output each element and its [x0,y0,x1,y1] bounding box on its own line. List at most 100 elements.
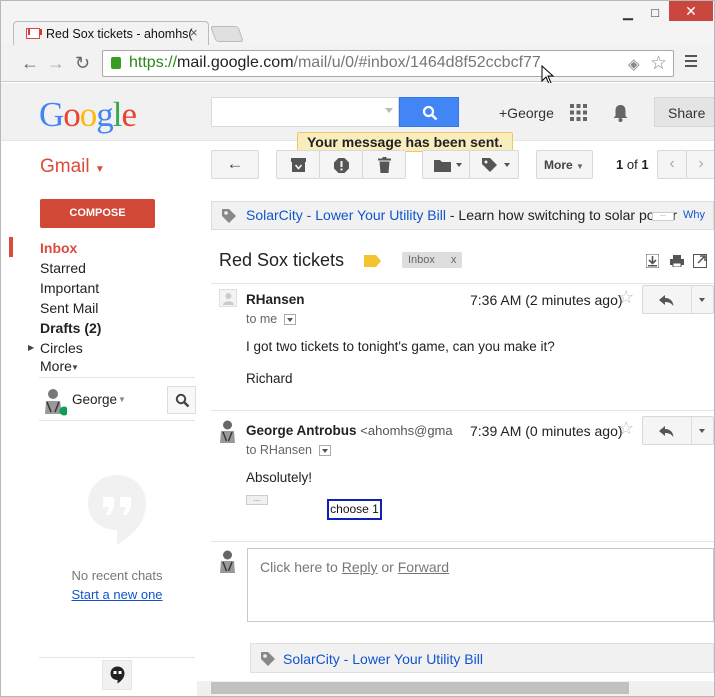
footer-ad-text: SolarCity - Lower Your Utility Bill [283,651,483,667]
show-details-icon[interactable] [319,445,331,456]
message-sent-notification: Your message has been sent. [297,132,513,152]
url-text: https://mail.google.com/mail/u/0/#inbox/… [129,54,541,71]
search-dropdown-icon[interactable] [385,108,393,113]
reply-prompt: Click here to Reply or Forward [260,559,450,575]
older-button[interactable]: › [686,150,714,179]
why-this-ad-link[interactable]: Why [683,209,705,221]
hangouts-button[interactable] [102,660,132,690]
show-trimmed-content-icon[interactable]: ... [246,495,268,505]
my-avatar [220,550,235,573]
sidebar-item-more[interactable]: More [40,358,72,374]
star-icon[interactable]: ☆ [618,287,634,308]
chat-search-button[interactable] [167,386,196,414]
divider [39,420,195,421]
chevron-down-icon[interactable]: ▼ [118,395,126,404]
search-input[interactable] [211,97,399,127]
sidebar-item-starred[interactable]: Starred [40,260,86,276]
sidebar-item-important[interactable]: Important [40,280,99,296]
footer-ad-bar[interactable]: SolarCity - Lower Your Utility Bill [250,643,714,673]
sidebar-item-drafts-2[interactable]: Drafts (2) [40,320,101,336]
browser-tab[interactable]: Red Sox tickets - ahomhs( × [13,21,209,46]
gmail-menu[interactable]: Gmail ▼ [40,156,105,178]
chrome-menu-icon[interactable] [685,55,697,69]
message-signature: Richard [246,371,293,386]
sender-name[interactable]: George Antrobus <ahomhs@gma [246,423,453,438]
chevron-down-icon[interactable] [699,298,705,302]
start-chat-link[interactable]: Start a new one [39,587,195,602]
chat-user-name[interactable]: George [72,392,117,407]
chevron-down-icon[interactable] [699,429,705,433]
back-arrow-icon[interactable]: ← [21,53,39,74]
archive-button[interactable] [276,150,320,179]
share-button[interactable]: Share [654,97,714,127]
reply-link[interactable]: Reply [342,559,378,575]
extension-icon[interactable]: ◈ [628,55,640,73]
expand-all-icon[interactable] [646,254,659,268]
report-spam-button[interactable] [319,150,363,179]
tab-close-icon[interactable]: × [190,25,198,40]
labels-button[interactable] [469,150,519,179]
reply-arrow-icon [659,295,674,306]
browser-toolbar: ← → ↻ https://mail.google.com/mail/u/0/#… [1,45,714,85]
ad-more-icon[interactable]: ... [652,211,674,221]
google-logo[interactable]: Google [39,95,137,135]
sponsored-ad-bar[interactable]: SolarCity - Lower Your Utility Bill - Le… [211,201,714,230]
show-details-icon[interactable] [284,314,296,325]
reply-button[interactable] [642,416,714,445]
horizontal-scrollbar[interactable] [197,681,714,696]
message-body-line: Absolutely! [246,470,313,485]
ad-tag-icon [261,652,275,666]
reply-box[interactable]: Click here to Reply or Forward [247,548,714,622]
compose-button[interactable]: COMPOSE [40,199,155,228]
minimize-button[interactable]: ▁ [615,5,641,21]
back-to-inbox-button[interactable]: ← [211,150,259,179]
chevron-down-icon [456,163,462,167]
chevron-left-icon: ‹ [669,155,675,172]
selected-indicator [9,237,13,257]
sidebar-item-sent-mail[interactable]: Sent Mail [40,300,98,316]
hangouts-quote-icon [110,666,125,684]
new-tab-button[interactable] [210,26,244,42]
reload-icon[interactable]: ↻ [75,53,90,74]
move-to-button[interactable] [422,150,470,179]
window-close-button[interactable]: ✕ [669,1,713,21]
divider [39,657,195,658]
bookmark-star-icon[interactable]: ☆ [650,52,667,75]
delete-button[interactable] [362,150,406,179]
sender-name[interactable]: RHansen [246,292,305,307]
spam-icon [334,158,349,173]
star-icon[interactable]: ☆ [618,418,634,439]
scrollbar-thumb[interactable] [211,682,629,694]
new-window-icon[interactable] [693,254,707,268]
sidebar-item-inbox[interactable]: Inbox [40,240,77,256]
reply-arrow-icon [659,426,674,437]
inbox-label-tag[interactable]: Inbox x [402,252,463,268]
notifications-bell-icon[interactable] [612,103,629,123]
apps-grid-icon[interactable] [570,104,587,121]
logo-letter: l [112,95,123,134]
trash-icon [378,157,391,173]
more-actions-button[interactable]: More ▼ [536,150,593,179]
remove-label-icon[interactable]: x [451,254,457,266]
expand-circles-icon[interactable]: ▶ [28,343,34,352]
sidebar-item-circles[interactable]: Circles [40,340,83,356]
logo-letter: g [96,95,113,134]
address-bar[interactable]: https://mail.google.com/mail/u/0/#inbox/… [102,50,674,77]
reply-button[interactable] [642,285,714,314]
forward-arrow-icon[interactable]: → [47,53,65,74]
divider [211,283,714,284]
forward-link[interactable]: Forward [398,559,449,575]
message-recipients[interactable]: to RHansen [246,443,312,457]
search-button[interactable] [399,97,459,127]
maximize-button[interactable]: □ [642,5,668,20]
divider [211,541,714,542]
label-tag-icon [482,158,497,172]
message-recipients[interactable]: to me [246,312,277,326]
newer-button[interactable]: ‹ [657,150,687,179]
chevron-right-icon: › [698,155,704,172]
print-icon[interactable] [670,255,684,267]
importance-marker-icon[interactable] [364,255,381,267]
logo-letter: G [39,95,64,134]
gmail-favicon-icon [26,28,42,39]
google-plus-user-link[interactable]: +George [499,105,554,121]
